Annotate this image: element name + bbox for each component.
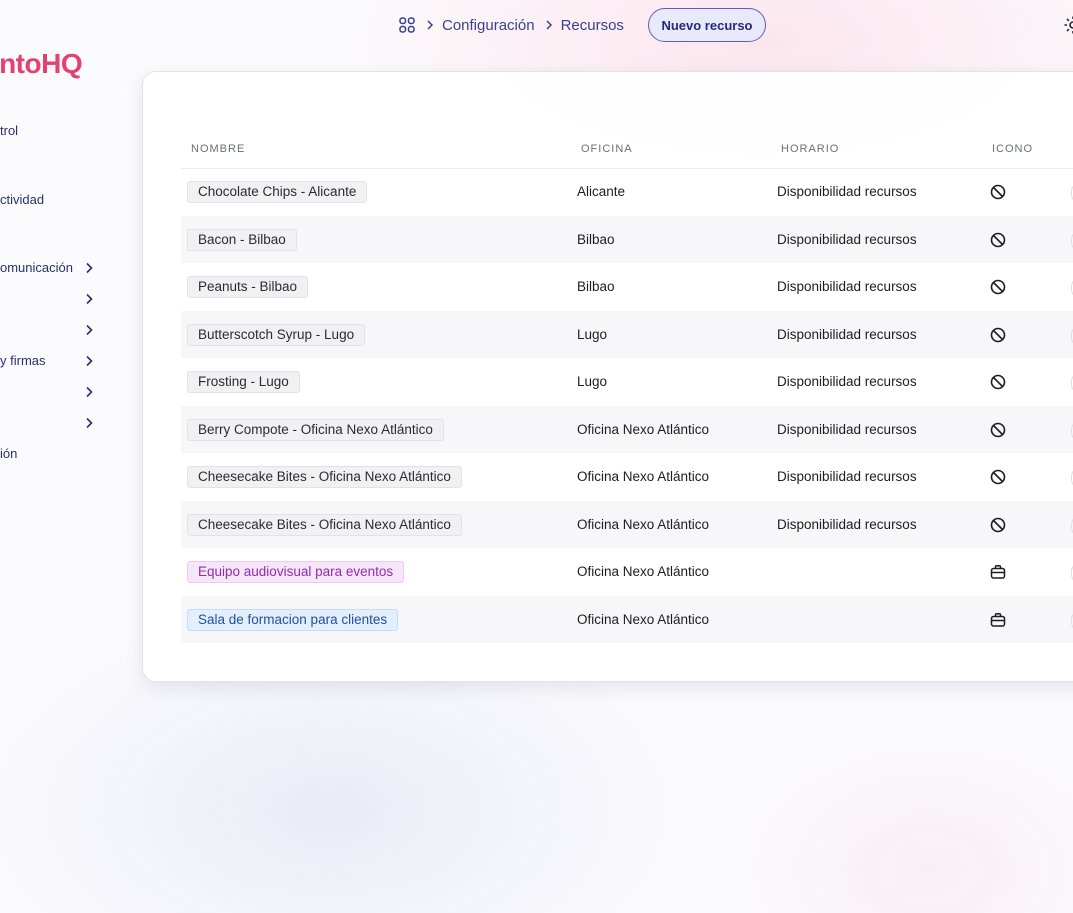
schedule-cell: Disponibilidad recursos <box>777 374 917 389</box>
block-icon <box>989 183 1007 201</box>
breadcrumb: Configuración Recursos <box>398 8 624 42</box>
block-icon <box>989 421 1007 439</box>
schedule-cell: Disponibilidad recursos <box>777 469 917 484</box>
resource-name-tag[interactable]: Butterscotch Syrup - Lugo <box>187 323 366 346</box>
schedule-cell: Disponibilidad recursos <box>777 326 917 342</box>
app-logo: entoHQ <box>0 48 83 79</box>
block-icon <box>989 231 1007 249</box>
briefcase-icon <box>989 563 1007 581</box>
apps-grid-icon[interactable] <box>398 16 416 34</box>
table-row[interactable]: Cheesecake Bites - Oficina Nexo Atlántic… <box>181 453 1073 500</box>
table-row[interactable]: Sala de formacion para clientes Oficina N… <box>181 595 1073 643</box>
table-row[interactable]: Berry Compote - Oficina Nexo Atlántico Of… <box>181 405 1073 453</box>
sidebar-item-2[interactable]: omunicación <box>0 260 73 275</box>
column-header-office[interactable]: OFICINA <box>581 143 633 155</box>
briefcase-icon <box>989 611 1007 629</box>
table-row[interactable]: Peanuts - Bilbao Bilbao Disponibilidad rec… <box>181 263 1073 310</box>
resource-name-tag[interactable]: Sala de formacion para clientes <box>187 608 399 631</box>
resource-name-tag[interactable]: Equipo audiovisual para eventos <box>187 561 405 583</box>
table-row[interactable]: Chocolate Chips - Alicante Alicante Dispon… <box>181 168 1073 215</box>
office-cell: Oficina Nexo Atlántico <box>577 421 710 437</box>
office-cell: Lugo <box>577 326 608 342</box>
chevron-right-icon <box>426 19 434 31</box>
breadcrumb-recursos[interactable]: Recursos <box>561 17 624 34</box>
resource-name-tag[interactable]: Cheesecake Bites - Oficina Nexo Atlántic… <box>187 513 462 536</box>
resource-name-tag[interactable]: Peanuts - Bilbao <box>187 276 309 298</box>
column-header-icon: ICONO <box>992 143 1034 155</box>
resource-name-tag[interactable]: Bacon - Bilbao <box>187 228 297 251</box>
block-icon <box>989 278 1007 296</box>
column-header-schedule[interactable]: HORARIO <box>781 143 839 155</box>
gear-icon[interactable] <box>1062 14 1073 36</box>
new-resource-button[interactable]: Nuevo recurso <box>648 8 766 42</box>
resource-name-tag[interactable]: Chocolate Chips - Alicante <box>187 181 368 203</box>
table-header: NOMBRE OFICINA HORARIO ICONO <box>181 132 1073 169</box>
schedule-cell: Disponibilidad recursos <box>777 279 917 294</box>
table-row[interactable]: Cheesecake Bites - Oficina Nexo Atlántic… <box>181 500 1073 548</box>
sidebar-item-1[interactable]: ctividad <box>0 192 44 207</box>
resource-name-tag[interactable]: Frosting - Lugo <box>187 371 300 393</box>
sidebar-item-0[interactable]: trol <box>0 123 18 138</box>
chevron-right-icon[interactable] <box>84 354 96 368</box>
chevron-right-icon[interactable] <box>84 323 96 337</box>
table-row[interactable]: Frosting - Lugo Lugo Disponibilidad recurs… <box>181 358 1073 405</box>
resource-name-tag[interactable]: Berry Compote - Oficina Nexo Atlántico <box>187 418 444 441</box>
office-cell: Bilbao <box>577 231 615 247</box>
office-cell: Oficina Nexo Atlántico <box>577 564 710 579</box>
table-row[interactable]: Bacon - Bilbao Bilbao Disponibilidad recur… <box>181 215 1073 263</box>
schedule-cell: Disponibilidad recursos <box>777 421 917 437</box>
table-row[interactable]: Equipo audiovisual para eventos Oficina N… <box>181 548 1073 595</box>
block-icon <box>989 468 1007 486</box>
column-header-name[interactable]: NOMBRE <box>191 143 245 155</box>
office-cell: Alicante <box>577 184 626 199</box>
chevron-right-icon[interactable] <box>84 385 96 399</box>
chevron-right-icon[interactable] <box>84 261 96 275</box>
office-cell: Oficina Nexo Atlántico <box>577 516 710 532</box>
chevron-right-icon[interactable] <box>84 292 96 306</box>
chevron-right-icon <box>545 19 553 31</box>
sidebar-item-8[interactable]: ión <box>0 446 17 461</box>
schedule-cell: Disponibilidad recursos <box>777 184 917 199</box>
breadcrumb-configuracion[interactable]: Configuración <box>442 17 535 34</box>
office-cell: Lugo <box>577 374 608 389</box>
schedule-cell: Disponibilidad recursos <box>777 231 917 247</box>
block-icon <box>989 516 1007 534</box>
office-cell: Oficina Nexo Atlántico <box>577 469 710 484</box>
table-row[interactable]: Butterscotch Syrup - Lugo Lugo Disponibili… <box>181 310 1073 358</box>
resource-name-tag[interactable]: Cheesecake Bites - Oficina Nexo Atlántic… <box>187 466 462 488</box>
block-icon <box>989 326 1007 344</box>
resources-card: NOMBRE OFICINA HORARIO ICONO Chocolate C… <box>142 71 1073 682</box>
block-icon <box>989 373 1007 391</box>
office-cell: Oficina Nexo Atlántico <box>577 611 710 627</box>
sidebar-item-5[interactable]: y firmas <box>0 353 46 368</box>
chevron-right-icon[interactable] <box>84 416 96 430</box>
schedule-cell: Disponibilidad recursos <box>777 516 917 532</box>
office-cell: Bilbao <box>577 279 615 294</box>
